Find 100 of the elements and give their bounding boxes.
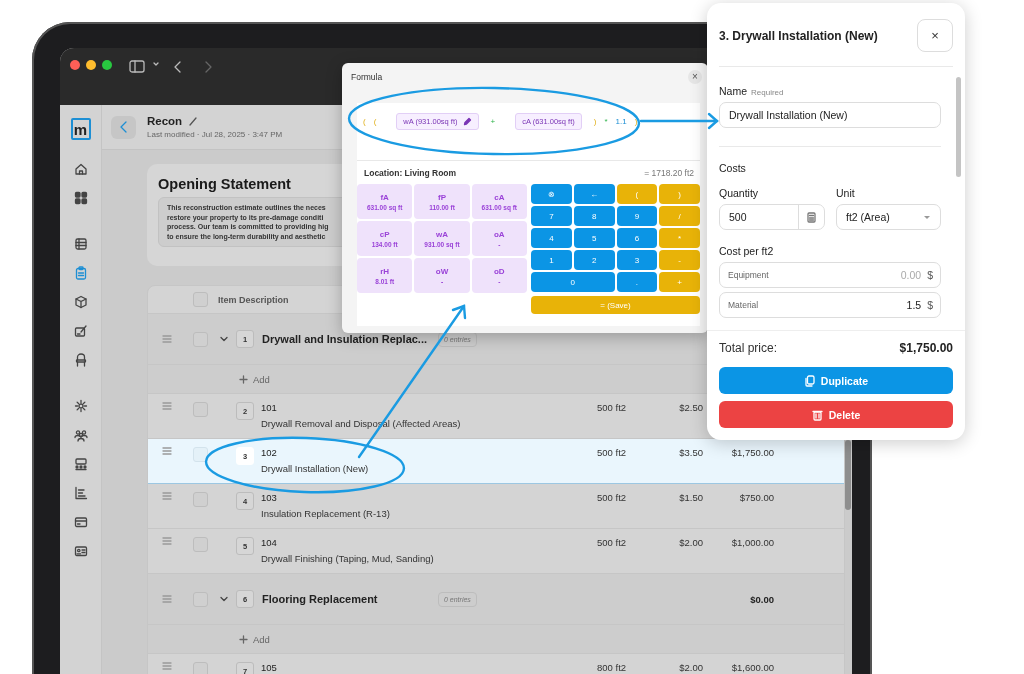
close-button[interactable]: × xyxy=(917,19,953,52)
quantity-cell: 500 ft2 xyxy=(597,492,627,503)
keypad-key[interactable]: 3 xyxy=(616,250,658,270)
drag-handle-icon[interactable] xyxy=(162,662,172,670)
formula-token: ( xyxy=(373,117,377,126)
panel-title: 3. Drywall Installation (New) xyxy=(719,28,878,43)
card-icon[interactable] xyxy=(73,515,88,529)
keypad-key[interactable]: ← xyxy=(573,184,615,204)
item-description: Insulation Replacement (R-13) xyxy=(261,508,391,519)
keypad-key[interactable]: 2 xyxy=(573,250,615,270)
add-button[interactable]: Add xyxy=(239,373,270,385)
home-icon[interactable] xyxy=(73,162,88,176)
total-cell: $1,600.00 xyxy=(731,662,774,673)
table-icon[interactable] xyxy=(73,237,88,251)
chevron-icon[interactable] xyxy=(219,335,229,343)
scrollbar[interactable] xyxy=(956,77,961,177)
keypad-key[interactable]: 1 xyxy=(531,250,572,270)
delete-button[interactable]: Delete xyxy=(719,401,953,428)
keypad-key[interactable]: 8 xyxy=(573,206,615,226)
item-code: 102 xyxy=(261,447,278,458)
grid-icon[interactable] xyxy=(73,191,88,205)
drag-handle-icon[interactable] xyxy=(162,492,172,500)
duplicate-button[interactable]: Duplicate xyxy=(719,367,953,394)
cost-field[interactable]: Material 1.5 $ xyxy=(719,292,941,318)
quantity-input[interactable]: 500 xyxy=(720,205,798,229)
formula-token: ( xyxy=(363,117,366,126)
calculator-icon[interactable] xyxy=(807,211,816,223)
unit-price-cell: $1.50 xyxy=(679,492,703,503)
dropdown-caret-icon[interactable] xyxy=(923,214,931,220)
pencil-icon[interactable] xyxy=(462,117,472,126)
plus-icon[interactable] xyxy=(239,634,248,644)
group-title: Drywall and Insulation Replac... xyxy=(262,333,429,345)
project-title: Recon xyxy=(147,115,183,127)
chart-icon[interactable] xyxy=(73,486,88,500)
keypad-key[interactable]: 5 xyxy=(573,228,615,248)
drag-handle-icon[interactable] xyxy=(162,335,172,343)
drag-handle-icon[interactable] xyxy=(162,595,172,603)
plus-icon[interactable] xyxy=(239,374,248,384)
name-field[interactable]: Drywall Installation (New) xyxy=(719,102,941,128)
keypad-key[interactable]: . xyxy=(616,272,658,292)
last-modified-text: Last modified · Jul 28, 2025 · 3:47 PM xyxy=(147,130,283,139)
drag-handle-icon[interactable] xyxy=(162,402,172,410)
quantity-cell: 500 ft2 xyxy=(597,402,627,413)
sidebar-toggle-icon[interactable] xyxy=(129,60,145,73)
formula-token: 1.1 xyxy=(615,117,627,126)
cube-icon[interactable] xyxy=(73,295,88,309)
zoom-button[interactable] xyxy=(102,60,112,70)
users-icon[interactable] xyxy=(73,428,88,442)
keypad-key[interactable]: 4 xyxy=(531,228,572,248)
hierarchy-icon[interactable] xyxy=(73,457,88,471)
minimize-button[interactable] xyxy=(86,60,96,70)
cost-field[interactable]: Equipment 0.00 $ xyxy=(719,262,941,288)
total-cell: $1,000.00 xyxy=(731,537,774,548)
cost-input[interactable]: 1.5 xyxy=(758,299,922,311)
scrollbar[interactable] xyxy=(845,440,851,510)
formula-token: * xyxy=(604,117,608,126)
field-label: Quantity xyxy=(719,187,760,199)
keypad-key[interactable]: 7 xyxy=(531,206,572,226)
section-heading: Cost per ft2 xyxy=(719,245,775,257)
keypad-key[interactable]: 6 xyxy=(616,228,658,248)
item-code: 101 xyxy=(261,402,278,413)
section-heading: Costs xyxy=(719,162,747,174)
pencil-icon[interactable] xyxy=(188,116,199,126)
close-button[interactable] xyxy=(70,60,80,70)
drag-handle-icon[interactable] xyxy=(162,447,172,455)
edit-icon[interactable] xyxy=(73,324,88,338)
unit-dropdown[interactable]: ft2 (Area) xyxy=(836,204,941,230)
formula-token: ) xyxy=(634,117,638,126)
chevron-icon[interactable] xyxy=(219,595,229,603)
total-label: Total price: xyxy=(719,341,778,355)
quantity-field[interactable]: 500 xyxy=(719,204,825,230)
quantity-cell: 500 ft2 xyxy=(597,537,627,548)
group-total: $0.00 xyxy=(750,593,774,605)
cost-input[interactable]: 0.00 xyxy=(768,269,922,281)
column-header: Item Description xyxy=(217,294,290,305)
total-cell: $750.00 xyxy=(739,492,774,503)
unit-price-cell: $3.50 xyxy=(679,447,703,458)
formula-result: = 1718.20 ft2 xyxy=(644,167,694,178)
chevron-left-icon[interactable] xyxy=(118,120,129,134)
keypad-key[interactable]: ⊗ xyxy=(531,184,572,204)
item-description: Drywall Installation (New) xyxy=(261,463,370,474)
keypad-key[interactable]: 9 xyxy=(616,206,658,226)
chevron-down-icon[interactable] xyxy=(152,60,160,68)
unit-price-cell: $2.00 xyxy=(679,662,703,673)
item-description: Drywall Finishing (Taping, Mud, Sanding) xyxy=(261,553,435,564)
logo[interactable]: m xyxy=(70,118,91,140)
item-code: 103 xyxy=(261,492,278,503)
chair-icon[interactable] xyxy=(73,353,88,367)
total-cell: $1,750.00 xyxy=(731,447,774,458)
close-button[interactable]: × xyxy=(688,70,702,84)
total-price: $1,750.00 xyxy=(899,341,953,355)
checkbox[interactable] xyxy=(192,447,208,462)
keypad-key[interactable]: 0 xyxy=(531,272,615,292)
add-button[interactable]: Add xyxy=(239,633,270,645)
item-code: 104 xyxy=(261,537,278,548)
drag-handle-icon[interactable] xyxy=(162,537,172,545)
group-title: Flooring Replacement xyxy=(262,593,379,605)
clipboard-icon[interactable] xyxy=(73,266,88,280)
settings-icon[interactable] xyxy=(73,399,88,413)
id-card-icon[interactable] xyxy=(73,544,88,558)
